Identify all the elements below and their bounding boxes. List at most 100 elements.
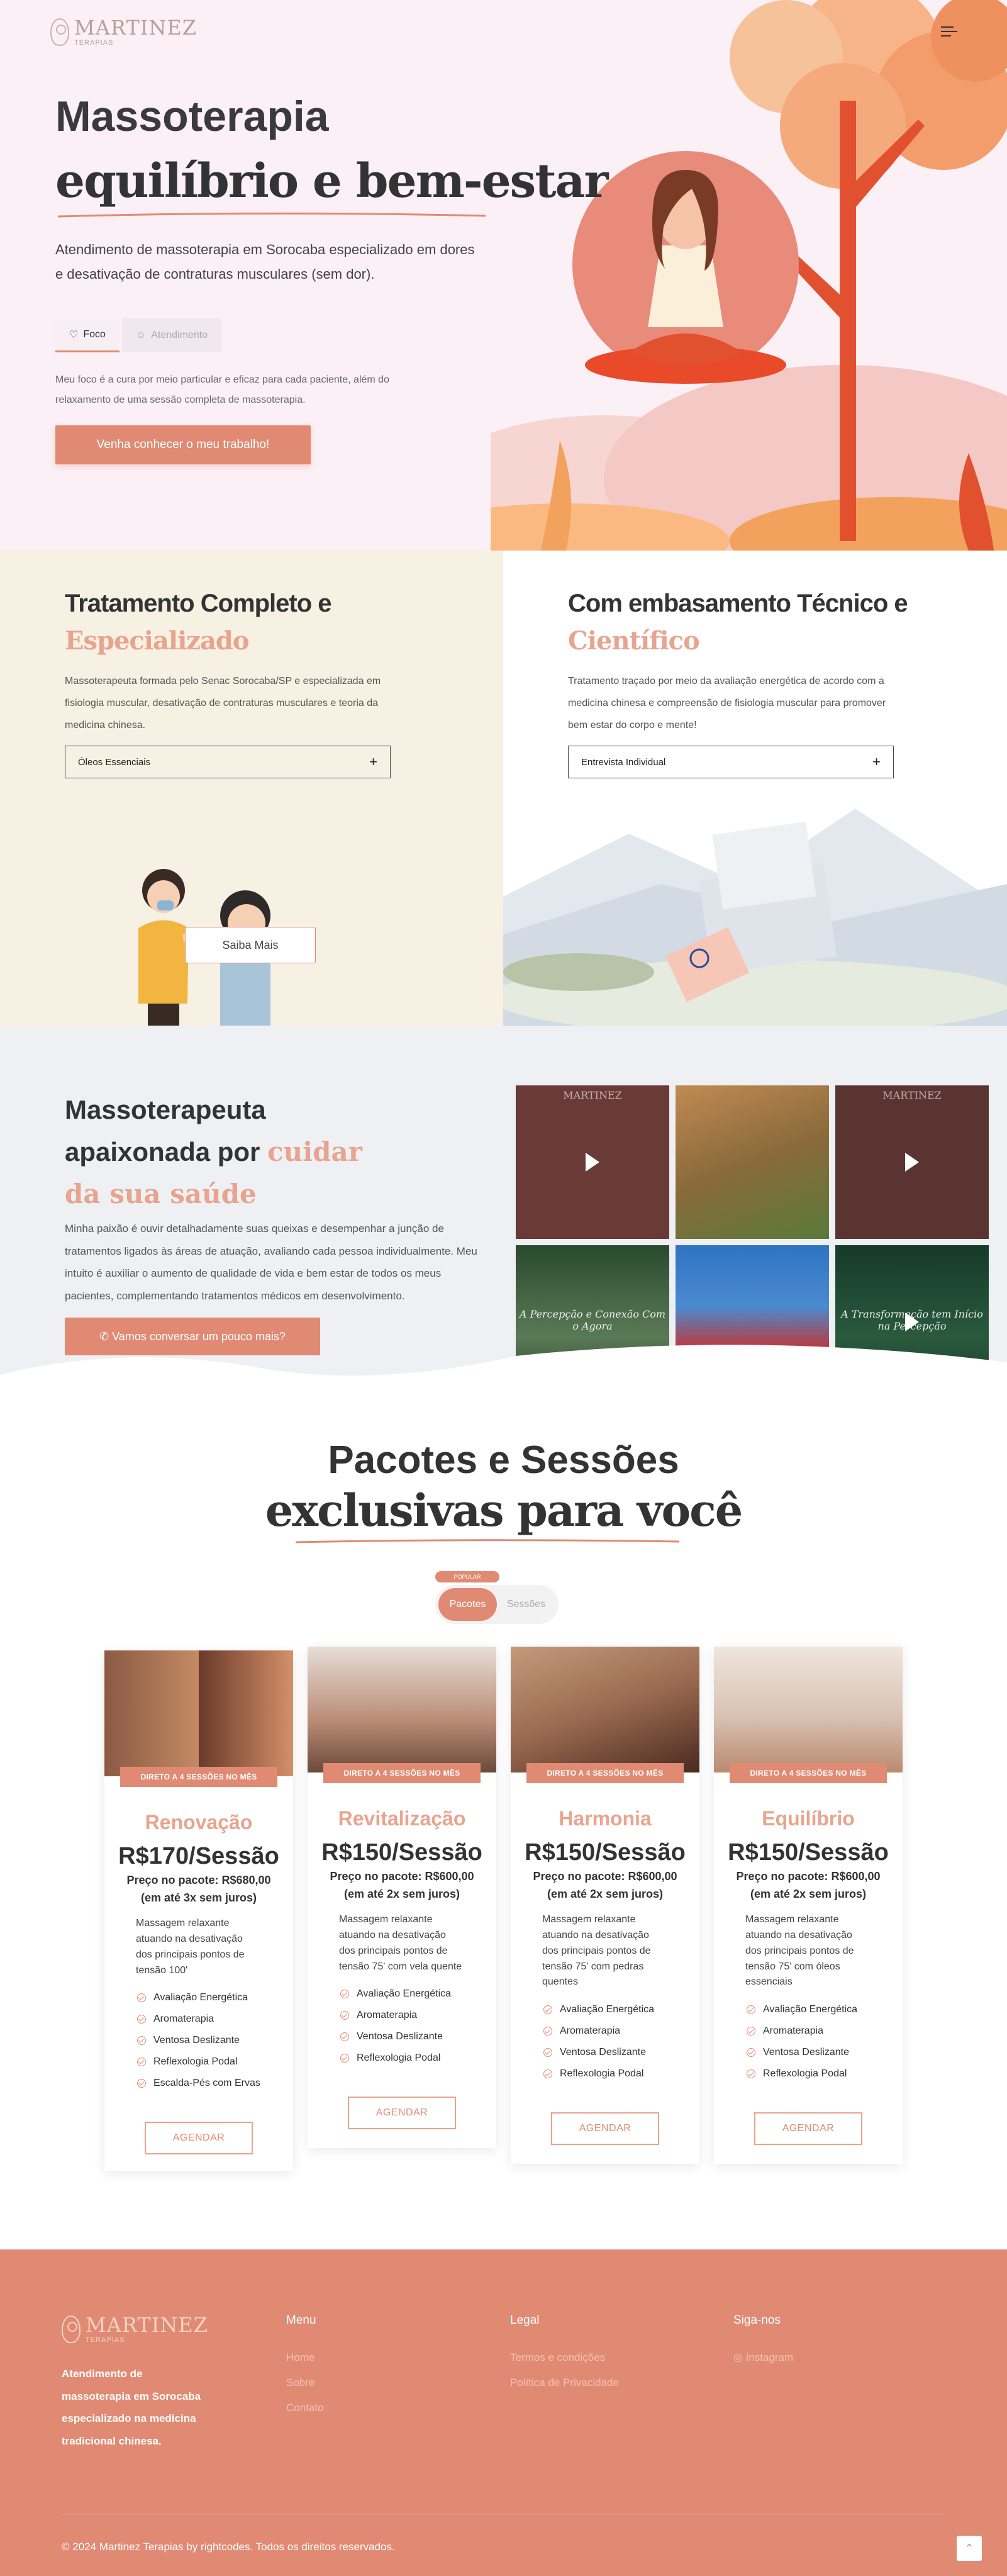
package-ribbon: DIRETO A 4 SESSÕES NO MÊS	[730, 1763, 887, 1783]
chevron-up-icon: ⌃	[964, 2541, 974, 2555]
packages-section: Pacotes e Sessões exclusivas para você P…	[0, 1406, 1007, 2249]
feature-label: Reflexologia Podal	[357, 2052, 441, 2064]
footer-link-home[interactable]: Home	[286, 2351, 324, 2364]
check-icon	[747, 2048, 755, 2058]
package-features: Avaliação Energética Aromaterapia Ventos…	[511, 1999, 699, 2085]
list-item: Avaliação Energética	[543, 1999, 667, 2020]
footer-about: Atendimento de massoterapia em Sorocaba …	[62, 2368, 201, 2448]
feature-label: Aromaterapia	[153, 2013, 214, 2025]
package-image	[714, 1647, 903, 1772]
package-features: Avaliação Energética Aromaterapia Ventos…	[308, 1983, 496, 2069]
package-ribbon: DIRETO A 4 SESSÕES NO MÊS	[120, 1767, 277, 1787]
footer-link-contato[interactable]: Contato	[286, 2402, 324, 2414]
package-image	[308, 1647, 496, 1772]
package-price: R$150/Sessão	[321, 1839, 482, 1866]
agendar-button[interactable]: AGENDAR	[145, 2122, 253, 2155]
tab-atendimento[interactable]: ☺ Atendimento	[121, 318, 222, 352]
logo-emblem-icon	[62, 2316, 81, 2343]
hero-cta-button[interactable]: Venha conhecer o meu trabalho!	[55, 425, 311, 464]
saiba-mais-button[interactable]: Saiba Mais	[185, 927, 316, 963]
list-item: Ventosa Deslizante	[340, 2026, 464, 2047]
logo-watermark: MARTINEZ	[563, 1089, 622, 1101]
footer-legal: Legal Termos e condições Política de Pri…	[510, 2314, 619, 2402]
popular-badge: POPULAR	[435, 1571, 499, 1582]
check-icon	[340, 2032, 349, 2042]
tab-foco[interactable]: ♡ Foco	[55, 318, 120, 352]
agendar-button[interactable]: AGENDAR	[754, 2112, 862, 2146]
smiley-icon: ☺	[135, 330, 147, 340]
list-item: Aromaterapia	[543, 2020, 667, 2042]
link-label: Instagram	[745, 2351, 794, 2363]
check-icon	[543, 2027, 552, 2036]
toggle-pacotes[interactable]: Pacotes	[438, 1588, 497, 1621]
feature-label: Avaliação Energética	[357, 1988, 452, 2000]
dropdown-oleos[interactable]: Óleos Essenciais +	[65, 746, 391, 778]
feature-left: Tratamento Completo e Especializado Mass…	[0, 551, 503, 1026]
package-description: Massagem relaxante atuando na desativaçã…	[136, 1918, 245, 1976]
logo-watermark: MARTINEZ	[882, 1089, 942, 1101]
wave-divider	[0, 1345, 1007, 1406]
hero-section: MARTINEZ TERAPIAS Massoterapia equilíbri…	[0, 0, 1007, 551]
check-icon	[340, 2011, 349, 2020]
feature-title: Com embasamento Técnico e	[568, 590, 908, 617]
package-installments: (em até 2x sem juros)	[750, 1887, 867, 1900]
hero-illustration	[491, 0, 1007, 551]
dropdown-label: Óleos Essenciais	[78, 756, 151, 768]
package-ribbon: DIRETO A 4 SESSÕES NO MÊS	[526, 1763, 684, 1783]
hero-title-emphasis: equilíbrio e bem-estar	[55, 154, 608, 208]
package-total-price: Preço no pacote: R$600,00	[736, 1870, 881, 1883]
feature-label: Reflexologia Podal	[560, 2068, 644, 2080]
footer-link-sobre[interactable]: Sobre	[286, 2377, 324, 2389]
footer-menu: Menu Home Sobre Contato	[286, 2314, 324, 2427]
gallery-item-image[interactable]	[676, 1085, 829, 1239]
package-name: Revitalização	[338, 1807, 466, 1830]
package-total-price: Preço no pacote: R$600,00	[330, 1870, 474, 1883]
agendar-button[interactable]: AGENDAR	[348, 2097, 456, 2130]
check-icon	[543, 2048, 552, 2058]
back-to-top-button[interactable]: ⌃	[957, 2536, 982, 2561]
package-name: Harmonia	[559, 1807, 652, 1830]
logo[interactable]: MARTINEZ TERAPIAS	[50, 18, 197, 47]
feature-title-emphasis: Especializado	[65, 626, 250, 656]
feature-label: Aromaterapia	[763, 2025, 824, 2037]
feature-label: Aromaterapia	[560, 2025, 621, 2037]
menu-icon[interactable]	[941, 26, 957, 39]
footer-logo[interactable]: MARTINEZ TERAPIAS	[62, 2315, 208, 2344]
list-item: Reflexologia Podal	[137, 2051, 260, 2073]
gallery-item-video[interactable]: MARTINEZ	[516, 1085, 669, 1239]
about-title: Massoterapeuta apaixonada por cuidar da …	[65, 1089, 392, 1216]
check-icon	[543, 2005, 552, 2015]
instagram-icon: ◎	[733, 2351, 746, 2363]
package-name: Equilíbrio	[762, 1807, 855, 1830]
mountain-book-illustration	[503, 809, 1007, 1026]
footer-link-instagram[interactable]: ◎ Instagram	[733, 2351, 793, 2364]
hero-title: Massoterapia	[55, 92, 329, 140]
gallery-item-video[interactable]: MARTINEZ	[835, 1085, 989, 1239]
list-item: Aromaterapia	[340, 2005, 464, 2026]
hero-note: Meu foco é a cura por meio particular e …	[55, 374, 389, 405]
underline-decoration	[296, 1539, 679, 1543]
play-icon	[586, 1153, 599, 1172]
plus-icon: +	[369, 754, 377, 770]
feature-label: Avaliação Energética	[560, 2004, 655, 2015]
footer-link-terms[interactable]: Termos e condições	[510, 2351, 619, 2364]
package-description: Massagem relaxante atuando na desativaçã…	[542, 1914, 651, 1988]
check-icon	[543, 2069, 552, 2079]
check-icon	[137, 2015, 146, 2024]
logo-text: MARTINEZ	[74, 16, 197, 40]
package-card-renovacao: DIRETO A 4 SESSÕES NO MÊS Renovação R$17…	[104, 1650, 293, 2171]
agendar-button[interactable]: AGENDAR	[551, 2112, 659, 2146]
pricing-toggle: Pacotes Sessões	[435, 1585, 559, 1624]
feature-label: Avaliação Energética	[763, 2004, 858, 2015]
feature-label: Ventosa Deslizante	[763, 2047, 849, 2058]
plus-icon: +	[872, 754, 881, 770]
footer: MARTINEZ TERAPIAS Atendimento de massote…	[0, 2249, 1007, 2576]
package-installments: (em até 3x sem juros)	[140, 1891, 257, 1904]
package-total-price: Preço no pacote: R$600,00	[533, 1870, 677, 1883]
about-section: Massoterapeuta apaixonada por cuidar da …	[0, 1026, 1007, 1406]
footer-link-privacy[interactable]: Política de Privacidade	[510, 2377, 619, 2389]
dropdown-entrevista[interactable]: Entrevista Individual +	[568, 746, 894, 778]
package-installments: (em até 2x sem juros)	[547, 1887, 664, 1900]
package-price: R$170/Sessão	[118, 1843, 279, 1869]
toggle-sessoes[interactable]: Sessões	[497, 1588, 555, 1621]
